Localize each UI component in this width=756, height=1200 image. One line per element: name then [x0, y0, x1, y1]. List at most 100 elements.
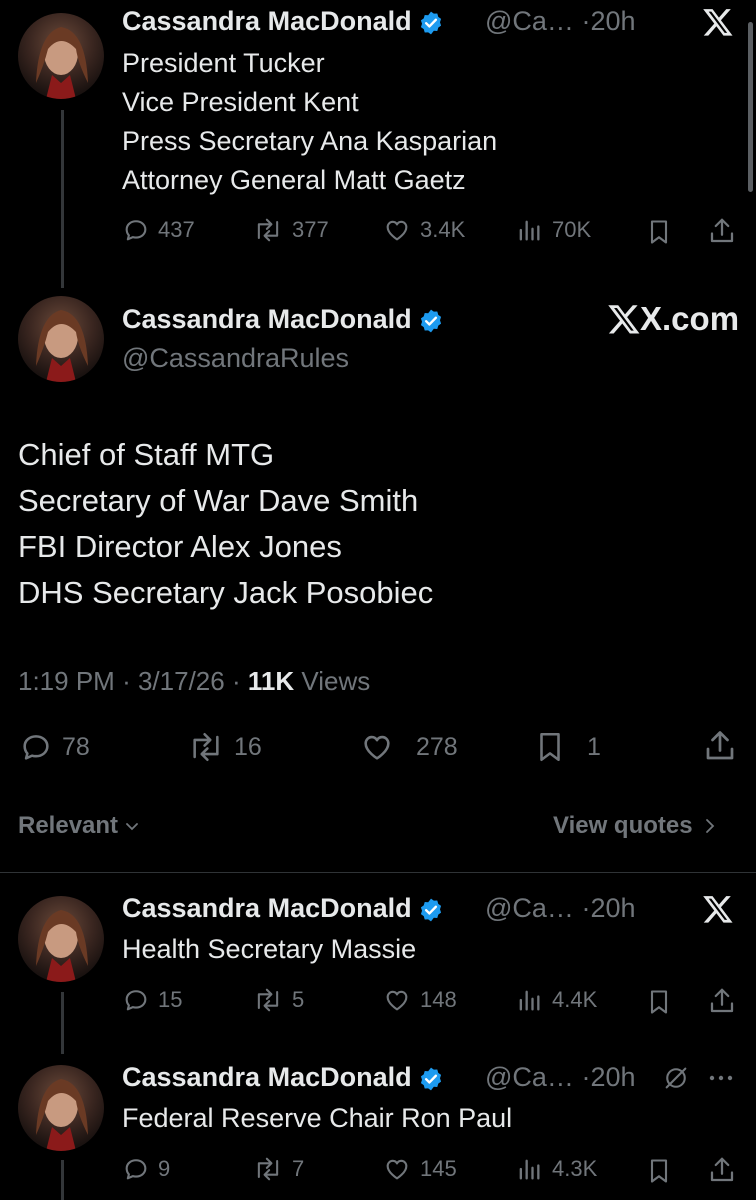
views-count: 11K: [247, 666, 295, 696]
views-button[interactable]: 70K: [514, 216, 591, 244]
like-button[interactable]: 148: [382, 986, 457, 1014]
heart-icon: [364, 735, 390, 760]
like-button[interactable]: 3.4K: [382, 216, 465, 244]
main-tweet-text-line: Secretary of War Dave Smith: [18, 483, 419, 518]
thread-line: [61, 1160, 64, 1200]
reply-button[interactable]: 9: [122, 1155, 170, 1183]
main-avatar[interactable]: [18, 296, 104, 382]
bookmark-icon[interactable]: [645, 988, 673, 1016]
x-com-brand: X.com: [606, 300, 739, 338]
tweet-time[interactable]: 20h: [590, 893, 635, 923]
separator-dot: ·: [231, 666, 241, 696]
repost-count: 7: [292, 1156, 305, 1181]
repost-count: 16: [234, 732, 262, 761]
bookmark-icon[interactable]: [645, 1157, 673, 1185]
tweet-text-line: Federal Reserve Chair Ron Paul: [122, 1103, 513, 1133]
thread-line: [61, 992, 64, 1054]
x-com-label: X.com: [640, 300, 740, 337]
author-handle[interactable]: @Ca…: [485, 1062, 574, 1092]
tweet-meta: @Ca… ·20h: [485, 1062, 636, 1093]
tweet-date[interactable]: 3/17/26: [138, 666, 225, 696]
author-name[interactable]: Cassandra MacDonald: [122, 893, 444, 924]
share-icon[interactable]: [707, 986, 737, 1016]
thread-line: [61, 110, 64, 288]
tweet-text-line: Vice President Kent: [122, 87, 359, 117]
reply-button[interactable]: 78: [18, 730, 90, 764]
reply-icon: [23, 735, 49, 760]
repost-icon: [257, 988, 279, 1012]
like-count: 3.4K: [420, 217, 466, 242]
bookmark-button[interactable]: 1: [533, 730, 601, 764]
bookmark-icon[interactable]: [645, 218, 673, 246]
author-name[interactable]: Cassandra MacDonald: [122, 1062, 444, 1093]
tweet-text-line: Attorney General Matt Gaetz: [122, 165, 466, 195]
tweet-text-line: Health Secretary Massie: [122, 934, 417, 964]
tweet-text-line: President Tucker: [122, 48, 325, 78]
chevron-right-icon: [705, 819, 714, 833]
view-quotes-link[interactable]: View quotes: [553, 812, 717, 840]
x-logo-icon: [703, 896, 733, 923]
repost-button[interactable]: 7: [252, 1155, 304, 1183]
reply-icon: [125, 1159, 147, 1180]
sort-dropdown[interactable]: Relevant: [18, 812, 140, 840]
reply-icon: [125, 220, 147, 241]
like-button[interactable]: 278: [358, 730, 458, 764]
reply-button[interactable]: 437: [122, 216, 195, 244]
views-label: Views: [301, 666, 371, 696]
tweet-time[interactable]: 20h: [590, 6, 635, 36]
scrollbar[interactable]: [748, 22, 753, 192]
reply-count: 78: [62, 732, 90, 761]
bookmark-count: 1: [587, 732, 601, 761]
repost-icon: [257, 1157, 279, 1181]
view-quotes-label: View quotes: [553, 812, 693, 839]
views-button[interactable]: 4.4K: [514, 986, 597, 1014]
views-count: 4.4K: [552, 987, 598, 1012]
repost-icon: [257, 218, 279, 242]
verified-badge-icon: [420, 1067, 441, 1091]
heart-icon: [386, 220, 408, 241]
reply-icon: [125, 990, 147, 1011]
avatar-image: [36, 910, 88, 982]
verified-badge-icon: [420, 898, 441, 922]
verified-badge-icon: [420, 309, 441, 333]
share-icon[interactable]: [707, 1155, 737, 1185]
like-count: 148: [420, 987, 457, 1012]
avatar-image: [36, 27, 88, 99]
repost-button[interactable]: 5: [252, 986, 304, 1014]
avatar[interactable]: [18, 896, 104, 982]
chevron-down-icon: [126, 823, 138, 831]
like-button[interactable]: 145: [382, 1155, 457, 1183]
divider: [0, 872, 756, 873]
avatar[interactable]: [18, 13, 104, 99]
share-icon[interactable]: [702, 728, 738, 764]
repost-count: 377: [292, 217, 329, 242]
views-count: 4.3K: [552, 1156, 598, 1181]
main-author-name[interactable]: Cassandra MacDonald: [122, 304, 444, 335]
avatar-image: [36, 310, 88, 382]
author-handle[interactable]: @Ca…: [485, 893, 574, 923]
author-handle[interactable]: @Ca…: [485, 6, 574, 36]
tweet-time[interactable]: 20h: [590, 1062, 635, 1092]
like-count: 145: [420, 1156, 457, 1181]
more-options-icon[interactable]: [707, 1068, 735, 1088]
reply-count: 15: [158, 987, 183, 1012]
analytics-icon: [519, 1159, 540, 1180]
author-name[interactable]: Cassandra MacDonald: [122, 6, 444, 37]
reply-button[interactable]: 15: [122, 986, 182, 1014]
x-logo-icon: [608, 305, 640, 334]
analytics-icon: [519, 990, 540, 1011]
tweet-time[interactable]: 1:19 PM: [18, 666, 115, 696]
views-button[interactable]: 4.3K: [514, 1155, 597, 1183]
avatar[interactable]: [18, 1065, 104, 1151]
main-tweet-text-line: DHS Secretary Jack Posobiec: [18, 575, 434, 610]
repost-button[interactable]: 16: [186, 730, 262, 764]
share-icon[interactable]: [707, 216, 737, 246]
bookmark-icon: [540, 732, 560, 762]
heart-icon: [386, 1159, 408, 1180]
avatar-image: [36, 1079, 88, 1151]
repost-button[interactable]: 377: [252, 216, 329, 244]
grok-icon[interactable]: [662, 1064, 690, 1092]
main-tweet-timestamp: 1:19 PM · 3/17/26 · 11K Views: [18, 666, 370, 697]
main-author-handle[interactable]: @CassandraRules: [122, 343, 349, 374]
reply-count: 9: [158, 1156, 171, 1181]
